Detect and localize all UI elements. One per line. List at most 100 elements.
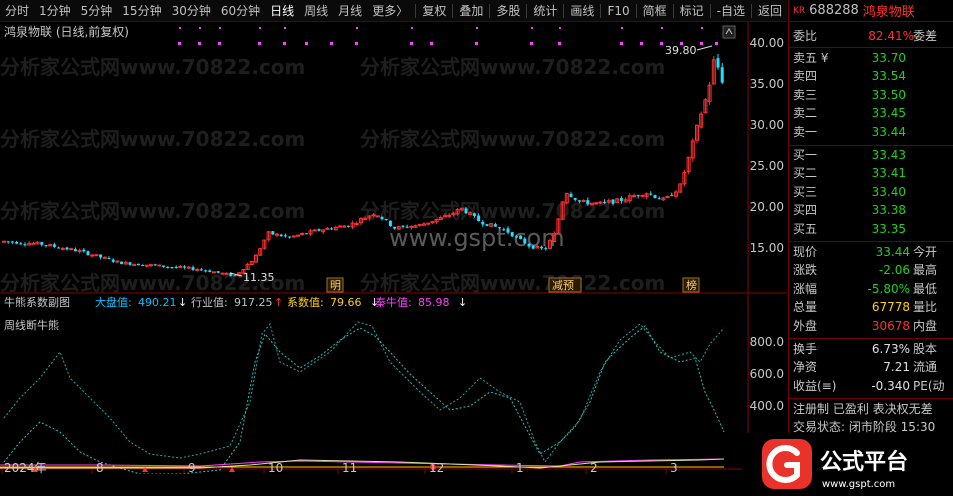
candle-body (354, 223, 359, 226)
candle-body (325, 227, 330, 230)
logo-text: 公式平台 (820, 449, 908, 475)
signal-dot (640, 42, 643, 45)
candle-body (502, 229, 506, 231)
stat-label-2: 量比 (913, 300, 938, 315)
candle-body (94, 254, 99, 257)
candle-body (523, 238, 527, 244)
period-tab[interactable]: 周线 (299, 0, 333, 22)
candle-body (640, 194, 645, 197)
toolbar-divider (672, 3, 674, 18)
watermark-text: 分析家公式网www.70822.com (0, 199, 305, 223)
candle-body (291, 235, 296, 238)
stat2-label-2: PE(动 (913, 378, 945, 393)
candle-body (716, 58, 720, 68)
qin-line (0, 458, 725, 467)
toolbar-button[interactable]: 多股 (491, 0, 525, 22)
candle-body (519, 235, 523, 239)
indicator-value: 85.98 (418, 296, 450, 309)
toolbar-button[interactable]: 返回 (753, 0, 787, 22)
candle-body (304, 233, 308, 235)
period-tab[interactable]: 日线 (265, 0, 299, 22)
signal-dot (199, 27, 201, 29)
candle-body (166, 266, 170, 268)
candle-body (514, 236, 518, 238)
candle-body (120, 261, 124, 265)
weibi-row: 委比 82.41% 委差 (789, 28, 953, 45)
stat-label-2: 内盘 (913, 318, 938, 333)
logo-svg: 公式平台 www.gspt.com (762, 439, 908, 490)
bid-price: 33.41 (871, 166, 906, 181)
ask-price: 33.54 (871, 69, 906, 84)
period-tab[interactable]: 15分钟 (117, 0, 166, 22)
candle-body (493, 224, 497, 227)
toolbar-button[interactable]: 复权 (417, 0, 451, 22)
stock-code: 688288 (809, 3, 859, 18)
event-tag-label: 榜 (686, 278, 697, 292)
x-tick-label: 8 (96, 461, 104, 474)
watermark-text: 分析家公式网www.70822.com (360, 127, 665, 151)
candle-body (569, 193, 573, 197)
stat-label: 涨幅 (793, 281, 818, 296)
indicator-label: 行业值: (191, 296, 228, 309)
stat2-label: 收益(≡) (793, 378, 837, 393)
candle-body (115, 260, 120, 263)
signal-dot (621, 27, 623, 29)
y-tick-label: 35.00 (750, 77, 784, 91)
toolbar-divider (452, 3, 454, 18)
toolbar-button[interactable]: F10 (602, 0, 634, 22)
ask-label: 卖三 (793, 87, 818, 102)
candle-body (401, 225, 405, 227)
period-tab[interactable]: 1分钟 (34, 0, 76, 22)
toolbar-button[interactable]: 叠加 (454, 0, 488, 22)
period-tab[interactable]: 更多〉 (367, 0, 413, 22)
candle-body (279, 234, 283, 237)
ask-row: 卖三 33.50 (789, 87, 953, 104)
period-tab[interactable]: 分时 (0, 0, 34, 22)
signal-dot (179, 27, 181, 29)
gspt-logo: 公式平台 www.gspt.com (742, 433, 953, 496)
stat-label-2: 最高 (913, 263, 938, 278)
candle-body (69, 248, 74, 251)
market-line (3, 325, 725, 474)
candle-body (99, 254, 103, 258)
signal-dot (476, 27, 478, 29)
event-tag-label: 减预 (552, 279, 574, 292)
toolbar-button[interactable]: 统计 (528, 0, 562, 22)
watermark-text: 分析家公式网www.70822.com (360, 199, 665, 223)
toolbar-button[interactable]: 简框 (638, 0, 672, 22)
candle-body (485, 224, 489, 226)
x-tick-label: 12 (429, 461, 444, 474)
scroll-up-button[interactable] (722, 25, 736, 39)
y-tick-label: 20.00 (750, 200, 784, 214)
signal-dot (700, 42, 703, 45)
toolbar-button[interactable]: 画线 (565, 0, 599, 22)
ask-row: 卖四 33.54 (789, 68, 953, 85)
candle-body (216, 271, 220, 273)
indicator-value: 917.25 (234, 296, 273, 309)
kline-svg[interactable]: 分析家公式网www.70822.com 分析家公式网www.70822.com 分析… (0, 22, 787, 474)
candle-body (128, 262, 132, 265)
indicator-subtitle: 周线断牛熊 (4, 318, 59, 332)
bid-label: 买四 (793, 203, 818, 218)
signal-dot (258, 42, 261, 45)
bid-row: 买五 33.35 (789, 221, 953, 238)
candle-body (540, 246, 544, 249)
signal-dot (559, 27, 561, 29)
chart-area[interactable]: 分析家公式网www.70822.com 分析家公式网www.70822.com 分析… (0, 22, 787, 474)
period-tab[interactable]: 月线 (333, 0, 367, 22)
ask-price: 33.70 (871, 51, 906, 65)
stat-label-2: 最低 (913, 281, 938, 296)
toolbar-button[interactable]: 标记 (675, 0, 709, 22)
candle-body (544, 248, 548, 250)
high-arrow-icon (696, 45, 713, 51)
candle-body (426, 222, 431, 225)
candle-body (464, 208, 468, 214)
period-tab[interactable]: 5分钟 (76, 0, 118, 22)
signal-dot (219, 27, 221, 29)
period-tab[interactable]: 30分钟 (167, 0, 216, 22)
toolbar-button[interactable]: -自选 (712, 0, 750, 22)
candle-body (317, 229, 321, 231)
indicator-value: 490.21 (138, 296, 177, 309)
period-tab[interactable]: 60分钟 (216, 0, 265, 22)
footer-row-1: 注册制 已盈利 表决权无差 (789, 401, 953, 418)
